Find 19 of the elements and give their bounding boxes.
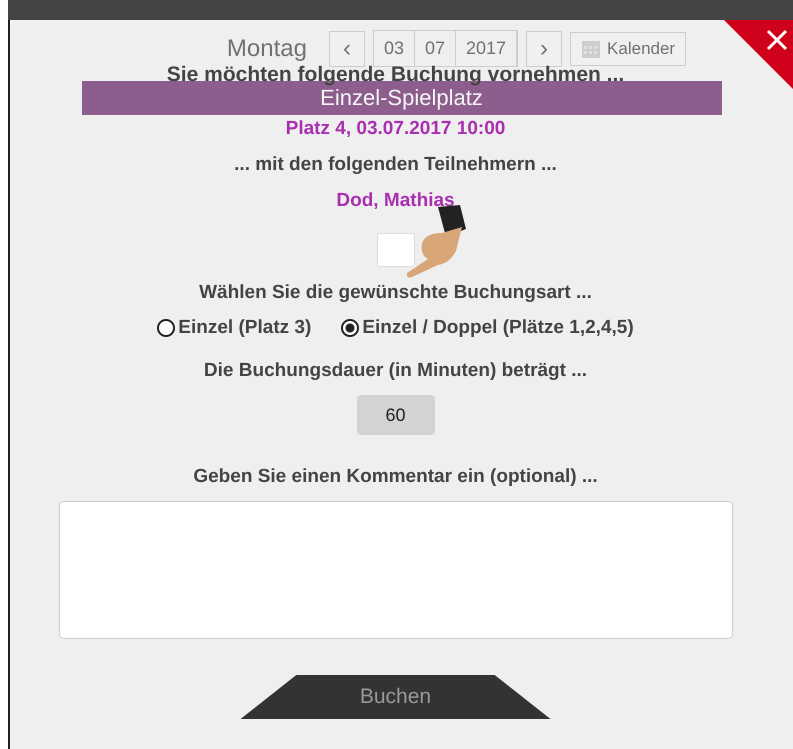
participant-name: Dod, Mathias bbox=[336, 189, 455, 213]
participants-heading: ... mit den folgenden Teilnehmern ... bbox=[234, 153, 557, 177]
previous-day-button[interactable]: ‹ bbox=[328, 30, 365, 66]
date-part-field[interactable]: 07 bbox=[414, 31, 456, 66]
duration-field[interactable]: 60 bbox=[356, 395, 434, 435]
comment-field[interactable] bbox=[58, 501, 732, 639]
day-label: Montag bbox=[226, 34, 307, 62]
booking-summary: Platz 4, 03.07.2017 10:00 bbox=[286, 117, 506, 141]
date-part-field[interactable]: 2017 bbox=[456, 31, 518, 66]
calendar-button[interactable]: Kalender bbox=[570, 32, 686, 66]
calendar-icon bbox=[581, 38, 602, 58]
close-icon bbox=[766, 29, 788, 51]
booking-type-heading: Wählen Sie die gewünschte Buchungsart ... bbox=[199, 281, 592, 305]
date-part-field[interactable]: 03 bbox=[374, 31, 415, 66]
duration-heading: Die Buchungsdauer (in Minuten) beträgt ... bbox=[204, 359, 588, 383]
next-day-button[interactable]: › bbox=[526, 30, 562, 66]
booking-type-option[interactable]: Einzel / Doppel (Plätze 1,2,4,5) bbox=[341, 317, 634, 339]
comment-heading: Geben Sie einen Kommentar ein (optional) ... bbox=[193, 465, 598, 489]
booking-type-option[interactable]: Einzel (Platz 3) bbox=[157, 317, 312, 339]
